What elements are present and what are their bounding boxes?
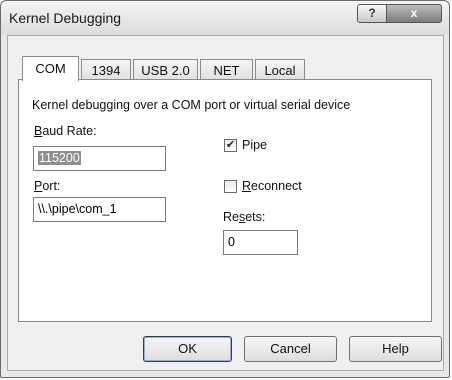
pipe-label[interactable]: Pipe	[242, 138, 267, 152]
window-title: Kernel Debugging	[9, 10, 122, 26]
resets-label: Resets:	[223, 210, 265, 224]
baud-rate-label: Baud Rate:	[34, 124, 97, 138]
resets-label-pre: Re	[223, 210, 239, 224]
tab-local[interactable]: Local	[255, 59, 305, 81]
reconnect-label-text: econnect	[251, 179, 302, 193]
reconnect-label[interactable]: Reconnect	[242, 179, 302, 193]
port-label: Port:	[34, 179, 60, 193]
port-input[interactable]: \\.\pipe\com_1	[33, 197, 166, 222]
kernel-debugging-dialog: Kernel Debugging ? x COM 1394 USB 2.0 NE…	[0, 0, 450, 378]
com-tab-panel: Kernel debugging over a COM port or virt…	[18, 79, 432, 322]
com-description: Kernel debugging over a COM port or virt…	[32, 98, 351, 112]
resets-label-post: ets:	[245, 210, 266, 224]
resets-input[interactable]: 0	[223, 230, 298, 255]
help-button[interactable]: Help	[349, 336, 442, 362]
tab-com[interactable]: COM	[22, 56, 79, 81]
tab-usb[interactable]: USB 2.0	[133, 59, 198, 81]
help-icon[interactable]: ?	[357, 4, 387, 23]
baud-rate-label-text: aud Rate:	[42, 124, 97, 138]
reconnect-label-mnemonic: R	[242, 179, 252, 193]
pipe-checkbox[interactable]: ✔	[224, 139, 237, 152]
title-bar[interactable]: Kernel Debugging ? x	[1, 1, 449, 35]
tab-net[interactable]: NET	[200, 59, 253, 81]
ok-button[interactable]: OK	[143, 336, 232, 362]
baud-rate-input[interactable]: 115200	[33, 146, 166, 171]
close-icon[interactable]: x	[386, 4, 442, 23]
tab-1394[interactable]: 1394	[81, 59, 131, 81]
baud-rate-value: 115200	[38, 151, 81, 165]
cancel-button[interactable]: Cancel	[244, 336, 337, 362]
reconnect-checkbox[interactable]	[224, 180, 237, 193]
port-label-text: ort:	[42, 179, 61, 193]
